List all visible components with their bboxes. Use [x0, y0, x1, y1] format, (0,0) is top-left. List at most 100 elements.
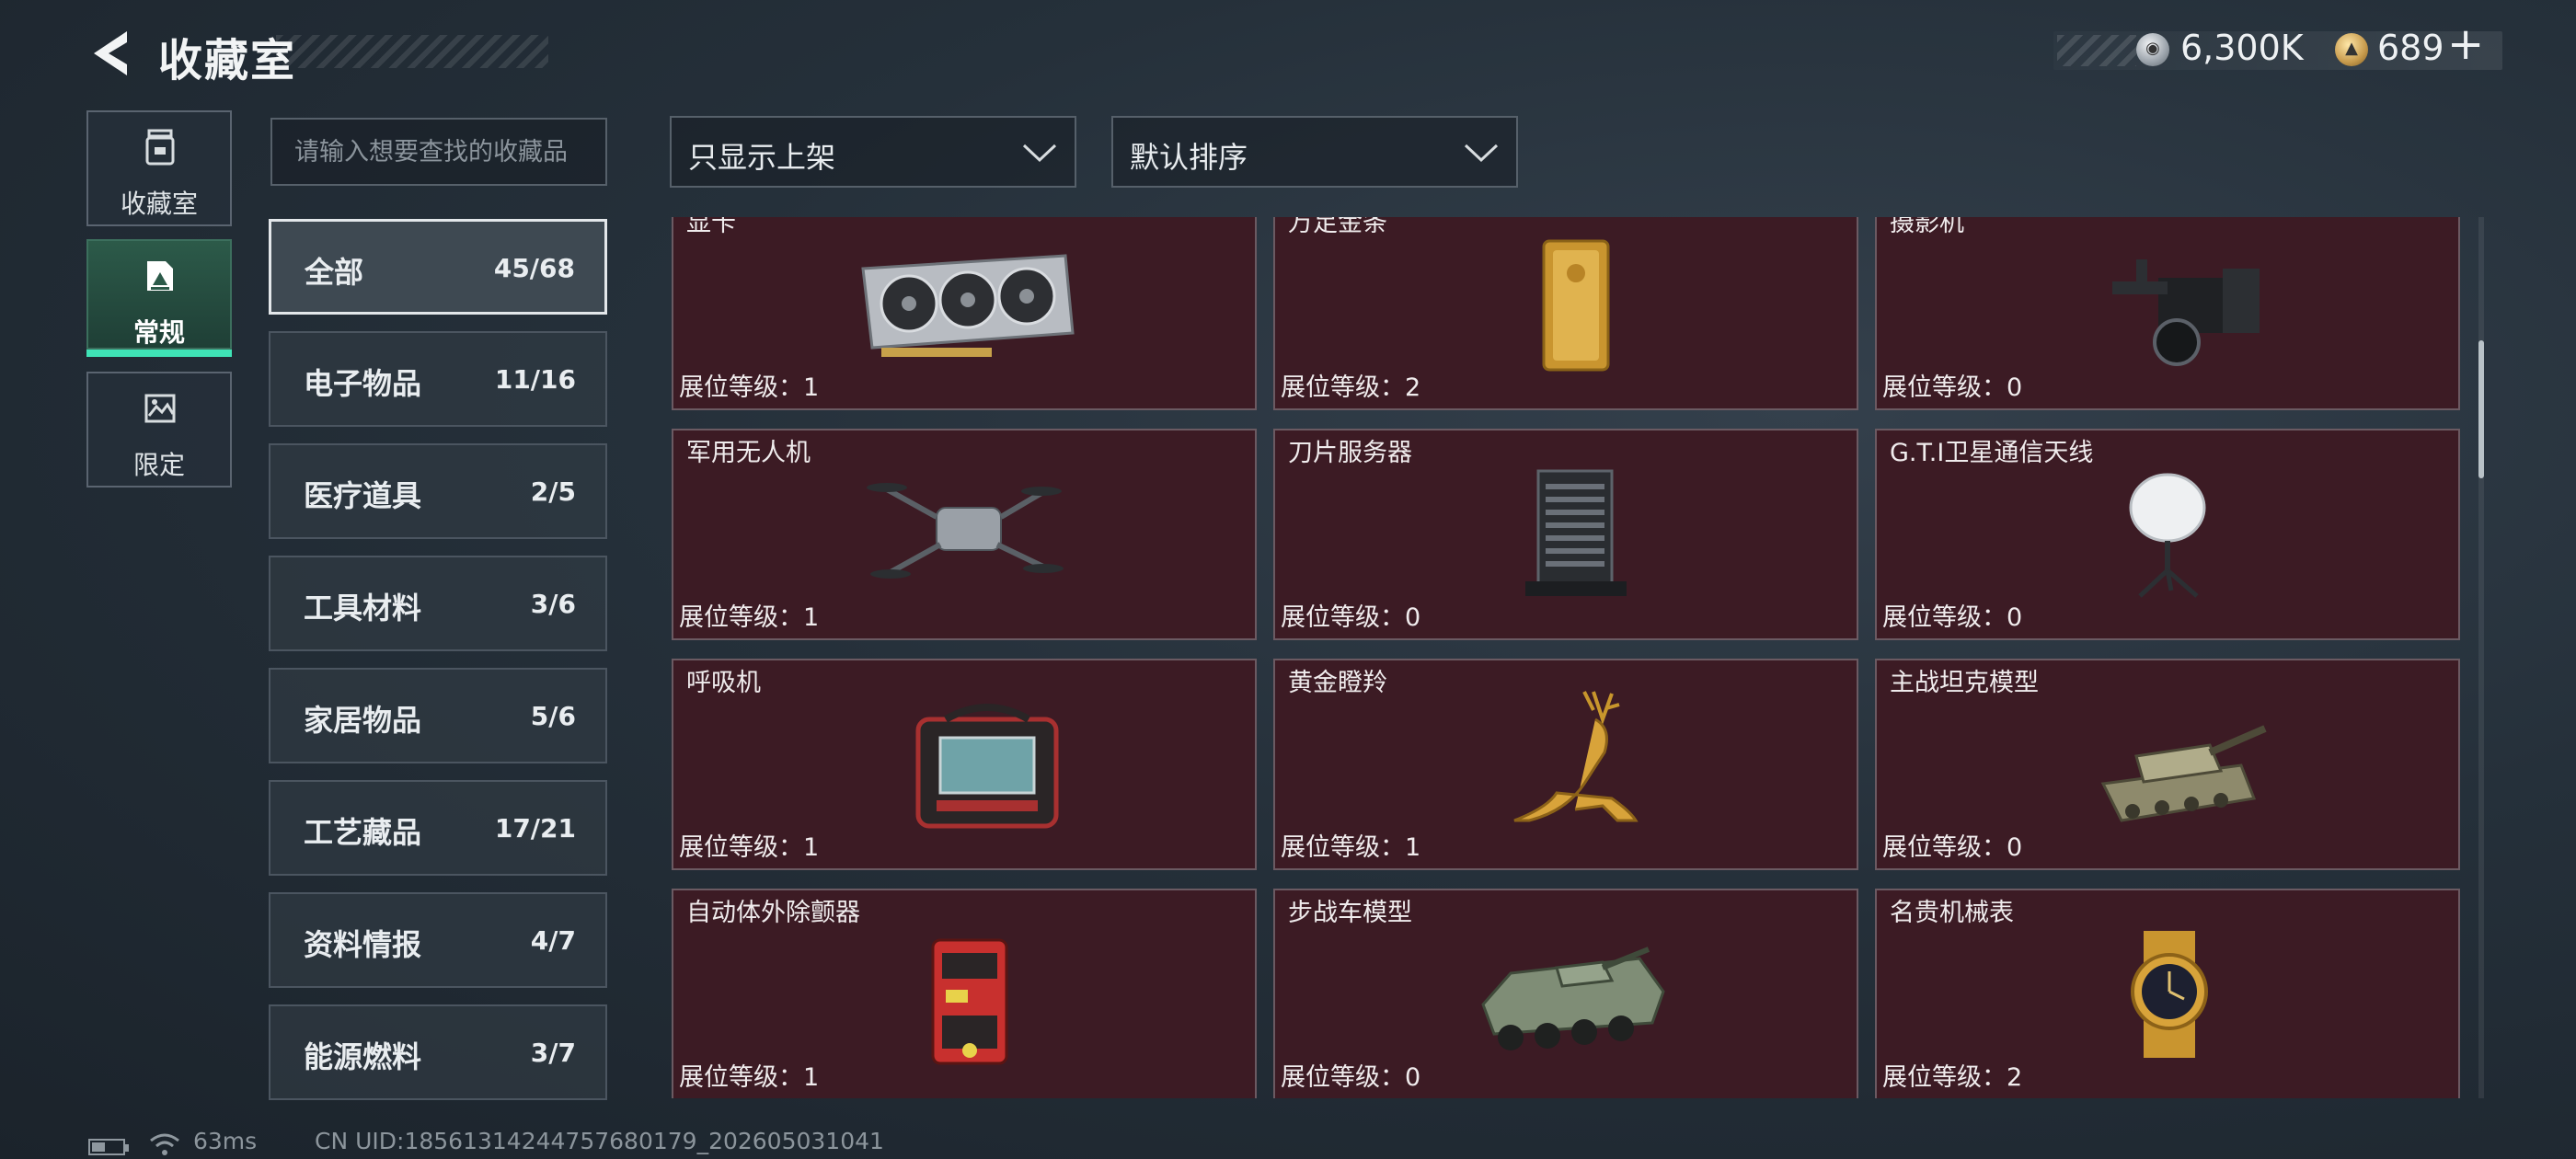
wifi-icon — [150, 1133, 179, 1155]
category-count: 45/68 — [493, 253, 575, 283]
server-icon — [1525, 469, 1627, 596]
category-count: 4/7 — [530, 925, 576, 956]
category-name: 医疗道具 — [304, 478, 422, 513]
item-card[interactable]: 呼吸机 展位等级：1 — [672, 659, 1257, 870]
silver-coin-icon: ◉ — [2136, 33, 2169, 66]
category-electronics[interactable]: 电子物品 11/16 — [269, 331, 607, 427]
tab-collection-room[interactable]: 收藏室 — [86, 110, 232, 226]
tab-label: 收藏室 — [120, 189, 198, 219]
item-card[interactable]: 步战车模型 展位等级：0 — [1273, 889, 1858, 1098]
category-all[interactable]: 全部 45/68 — [269, 219, 607, 315]
category-name: 资料情报 — [304, 927, 422, 962]
display-level: 展位等级：0 — [1281, 603, 1421, 632]
category-count: 5/6 — [530, 701, 576, 731]
category-name: 工具材料 — [304, 591, 422, 625]
graphics-card-icon — [861, 254, 1075, 357]
satellite-dish-icon — [2129, 473, 2206, 598]
gold-coin-icon: ▲ — [2335, 33, 2368, 66]
category-name: 电子物品 — [304, 366, 422, 401]
category-count: 17/21 — [494, 813, 576, 843]
ventilator-icon — [915, 704, 1059, 829]
category-count: 2/5 — [530, 476, 576, 507]
category-name: 工艺藏品 — [304, 815, 422, 850]
display-level: 展位等级：1 — [679, 1063, 820, 1092]
gold-bar-icon — [1542, 239, 1610, 372]
display-level: 展位等级：1 — [679, 603, 820, 632]
chevron-down-icon — [1464, 143, 1499, 163]
item-card[interactable]: 万足金条 展位等级：2 — [1273, 217, 1858, 410]
item-name: 主战坦克模型 — [1890, 669, 2039, 697]
item-name: 军用无人机 — [686, 439, 811, 467]
jar-icon — [145, 129, 175, 166]
watch-icon — [2131, 931, 2208, 1058]
tab-label: 限定 — [132, 450, 185, 480]
display-level: 展位等级：1 — [679, 373, 820, 402]
tab-label: 常规 — [132, 317, 185, 348]
drone-icon — [867, 483, 1064, 579]
battery-icon — [88, 1139, 129, 1155]
category-crafts[interactable]: 工艺藏品 17/21 — [269, 780, 607, 876]
category-tools[interactable]: 工具材料 3/6 — [269, 556, 607, 651]
category-medical[interactable]: 医疗道具 2/5 — [269, 443, 607, 539]
item-name: 显卡 — [686, 217, 736, 237]
active-tab-indicator — [86, 350, 232, 357]
display-level: 展位等级：0 — [1882, 603, 2023, 632]
tab-regular[interactable]: 常规 — [86, 239, 232, 350]
grid-scrollbar-thumb[interactable] — [2478, 340, 2484, 478]
ping-text: 63ms — [193, 1128, 258, 1154]
item-name: 自动体外除颤器 — [686, 899, 860, 927]
item-name: 刀片服务器 — [1288, 439, 1412, 467]
header-decoration — [276, 35, 548, 68]
item-card[interactable]: 自动体外除颤器 展位等级：1 — [672, 889, 1257, 1098]
item-card[interactable]: 显卡 展位等级：1 — [672, 217, 1257, 410]
item-name: 黄金瞪羚 — [1288, 669, 1387, 697]
item-name: 步战车模型 — [1288, 899, 1412, 927]
display-level: 展位等级：0 — [1281, 1063, 1421, 1092]
display-level: 展位等级：1 — [679, 833, 820, 862]
sort-dropdown[interactable]: 默认排序 — [1111, 116, 1518, 188]
dropdown-value: 默认排序 — [1130, 140, 1248, 175]
display-filter-dropdown[interactable]: 只显示上架 — [670, 116, 1076, 188]
category-intel[interactable]: 资料情报 4/7 — [269, 892, 607, 988]
category-count: 3/6 — [530, 589, 576, 619]
item-name: 摄影机 — [1890, 217, 1964, 237]
video-camera-icon — [2112, 259, 2260, 366]
item-card[interactable]: 黄金瞪羚 展位等级：1 — [1273, 659, 1858, 870]
add-currency-button[interactable]: + — [2447, 22, 2484, 66]
photo-icon — [147, 261, 173, 291]
display-level: 展位等级：2 — [1882, 1063, 2023, 1092]
item-card[interactable]: G.T.I卫星通信天线 展位等级：0 — [1875, 429, 2460, 640]
page-title: 收藏室 — [158, 35, 297, 86]
image-icon — [144, 394, 176, 423]
display-level: 展位等级：1 — [1281, 833, 1421, 862]
currency-decoration — [2057, 35, 2136, 66]
category-energy[interactable]: 能源燃料 3/7 — [269, 1004, 607, 1100]
item-card[interactable]: 军用无人机 展位等级：1 — [672, 429, 1257, 640]
item-name: 呼吸机 — [686, 669, 761, 697]
category-count: 3/7 — [530, 1038, 576, 1068]
item-name: 万足金条 — [1288, 217, 1387, 237]
display-level: 展位等级：2 — [1281, 373, 1421, 402]
display-level: 展位等级：0 — [1882, 833, 2023, 862]
dropdown-value: 只显示上架 — [688, 140, 836, 175]
item-card[interactable]: 主战坦克模型 展位等级：0 — [1875, 659, 2460, 870]
gold-gazelle-icon — [1513, 691, 1639, 822]
category-count: 11/16 — [494, 364, 576, 395]
tab-limited[interactable]: 限定 — [86, 372, 232, 488]
item-card[interactable]: 摄影机 展位等级：0 — [1875, 217, 2460, 410]
item-name: 名贵机械表 — [1890, 899, 2014, 927]
category-household[interactable]: 家居物品 5/6 — [269, 668, 607, 763]
silver-currency-value: 6,300K — [2180, 28, 2304, 68]
chevron-down-icon — [1022, 143, 1057, 163]
display-level: 展位等级：0 — [1882, 373, 2023, 402]
search-input[interactable] — [270, 118, 607, 186]
item-grid: 显卡 展位等级：1 万足金条 展位等级：2 摄影机 展位等级：0 军用无人机 展… — [668, 217, 2475, 1098]
uid-text: CN UID:18561314244757680179_202605031041 — [315, 1128, 884, 1154]
category-name: 家居物品 — [304, 703, 422, 738]
item-card[interactable]: 刀片服务器 展位等级：0 — [1273, 429, 1858, 640]
category-name: 全部 — [305, 255, 364, 290]
item-card[interactable]: 名贵机械表 展位等级：2 — [1875, 889, 2460, 1098]
gold-currency-value: 689 — [2377, 28, 2444, 68]
back-arrow-icon[interactable] — [85, 26, 142, 81]
tank-icon — [2100, 725, 2267, 822]
